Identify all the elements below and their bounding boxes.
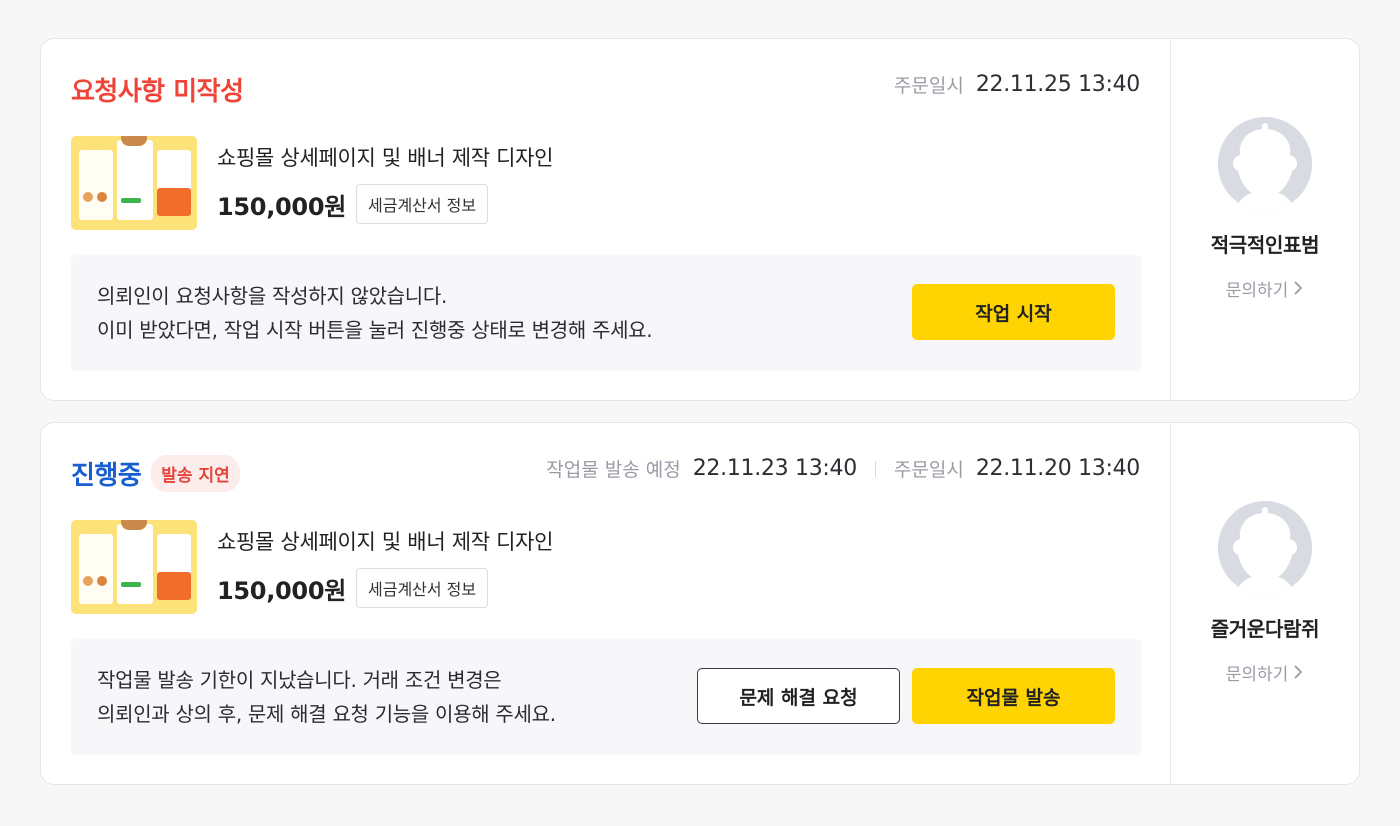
product-info: 쇼핑몰 상세페이지 및 배너 제작 디자인 150,000원 세금계산서 정보 [71,520,554,614]
seller-name: 적극적인표범 [1210,232,1320,257]
tax-invoice-button[interactable]: 세금계산서 정보 [356,568,489,608]
notice-line: 의뢰인이 요청사항을 작성하지 않았습니다. [97,284,448,308]
product-title[interactable]: 쇼핑몰 상세페이지 및 배너 제작 디자인 [217,526,554,556]
order-meta: 주문일시 22.11.25 13:40 [894,71,1140,98]
inquiry-label: 문의하기 [1225,664,1289,685]
inquiry-link[interactable]: 문의하기 [1226,276,1305,301]
product-thumbnail[interactable] [71,136,197,230]
status-row: 요청사항 미작성 [71,71,244,108]
default-avatar-icon [1218,500,1312,595]
delay-badge: 발송 지연 [151,455,240,492]
notice-box: 작업물 발송 기한이 지났습니다. 거래 조건 변경은 의뢰인과 상의 후, 문… [71,639,1141,755]
meta-divider [874,460,876,477]
order-status: 요청사항 미작성 [71,77,244,107]
product-price: 150,000원 [217,576,346,605]
order-card: 진행중 발송 지연 작업물 발송 예정 22.11.23 13:40 주문일시 … [40,422,1360,785]
avatar[interactable] [1218,116,1312,211]
tax-invoice-button[interactable]: 세금계산서 정보 [356,184,489,224]
seller-panel: 적극적인표범 문의하기 [1171,39,1359,400]
order-date-label: 주문일시 [893,75,964,97]
notice-message: 작업물 발송 기한이 지났습니다. 거래 조건 변경은 의뢰인과 상의 후, 문… [97,663,556,731]
seller-name: 즐거운다람쥐 [1210,616,1320,641]
chevron-right-icon [1294,665,1303,679]
order-date-label: 주문일시 [893,459,964,481]
chevron-right-icon [1294,281,1303,295]
avatar[interactable] [1218,500,1312,595]
order-status: 진행중 [71,461,142,491]
order-meta: 작업물 발송 예정 22.11.23 13:40 주문일시 22.11.20 1… [546,455,1140,482]
notice-box: 의뢰인이 요청사항을 작성하지 않았습니다. 이미 받았다면, 작업 시작 버튼… [71,255,1141,371]
resolve-issue-button[interactable]: 문제 해결 요청 [697,668,900,724]
product-title[interactable]: 쇼핑몰 상세페이지 및 배너 제작 디자인 [217,142,554,172]
notice-line: 의뢰인과 상의 후, 문제 해결 요청 기능을 이용해 주세요. [97,702,556,726]
seller-panel: 즐거운다람쥐 문의하기 [1171,423,1359,784]
order-date: 22.11.20 13:40 [975,456,1140,481]
delivery-date-label: 작업물 발송 예정 [546,459,681,481]
order-main: 요청사항 미작성 주문일시 22.11.25 13:40 쇼핑몰 상세페이지 및… [41,39,1171,400]
product-price: 150,000원 [217,192,346,221]
product-thumbnail[interactable] [71,520,197,614]
order-card: 요청사항 미작성 주문일시 22.11.25 13:40 쇼핑몰 상세페이지 및… [40,38,1360,401]
order-date: 22.11.25 13:40 [975,72,1140,97]
status-row: 진행중 발송 지연 [71,455,240,492]
inquiry-label: 문의하기 [1225,280,1289,301]
notice-line: 이미 받았다면, 작업 시작 버튼을 눌러 진행중 상태로 변경해 주세요. [97,318,653,342]
send-deliverable-button[interactable]: 작업물 발송 [912,668,1115,724]
notice-message: 의뢰인이 요청사항을 작성하지 않았습니다. 이미 받았다면, 작업 시작 버튼… [97,279,653,347]
delivery-date: 22.11.23 13:40 [692,456,857,481]
order-main: 진행중 발송 지연 작업물 발송 예정 22.11.23 13:40 주문일시 … [41,423,1171,784]
notice-line: 작업물 발송 기한이 지났습니다. 거래 조건 변경은 [97,668,502,692]
inquiry-link[interactable]: 문의하기 [1226,660,1305,685]
default-avatar-icon [1218,116,1312,211]
product-info: 쇼핑몰 상세페이지 및 배너 제작 디자인 150,000원 세금계산서 정보 [71,136,554,230]
start-work-button[interactable]: 작업 시작 [912,284,1115,340]
